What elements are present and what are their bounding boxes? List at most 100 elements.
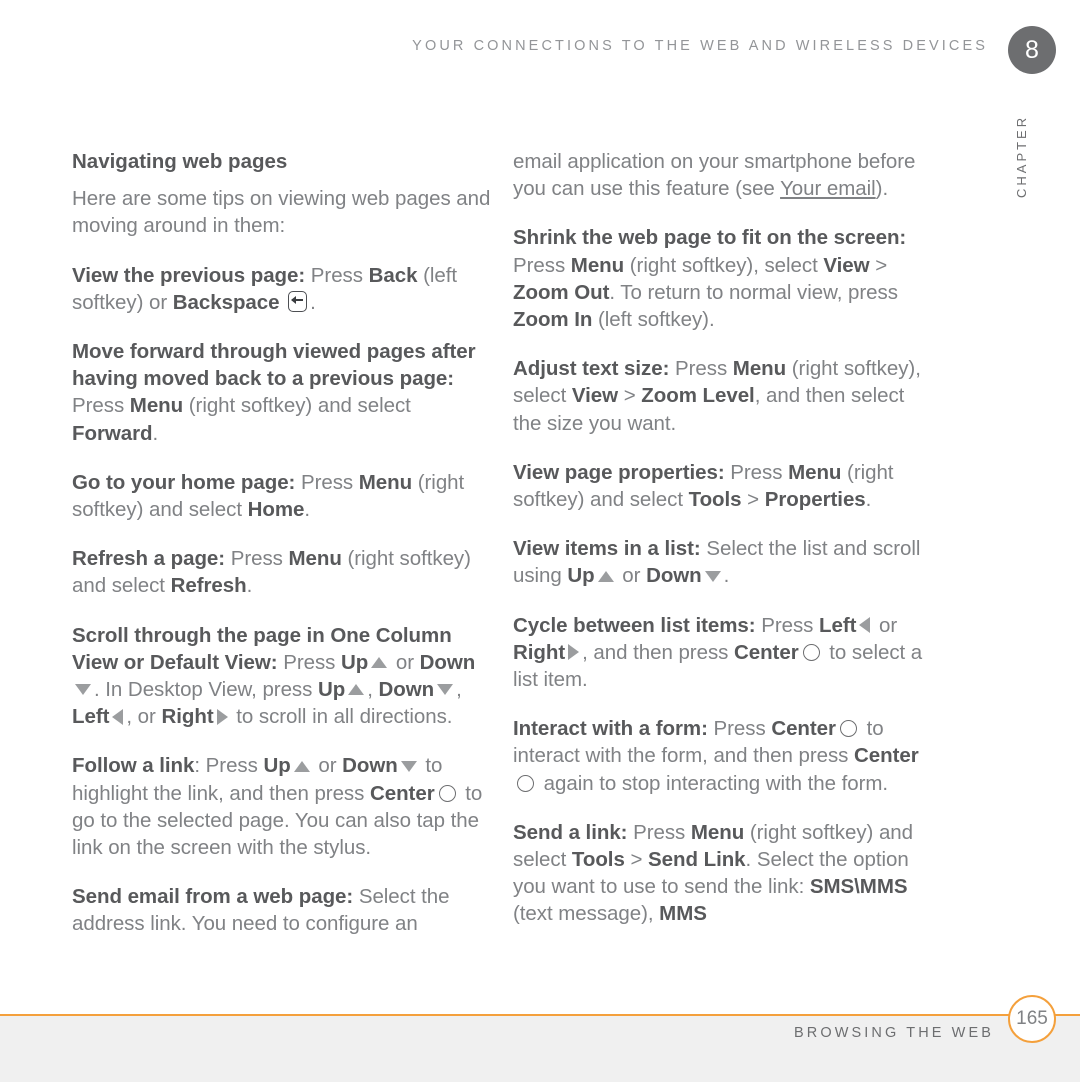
tip-bold-menu: Menu xyxy=(288,547,342,571)
tip-term: Refresh a page: xyxy=(72,547,226,571)
tip-bold-view: View xyxy=(571,384,619,408)
running-head-title: Your connections to the web and wireless… xyxy=(412,38,988,54)
tip-term: Shrink the web page to fit on the screen… xyxy=(513,226,907,250)
center-button-icon xyxy=(839,720,857,738)
footer-running-title: Browsing the web xyxy=(794,1025,994,1041)
continuation-paragraph: email application on your smartphone bef… xyxy=(513,148,933,202)
tip-adjust-text-size: Adjust text size: Press Menu (right soft… xyxy=(513,355,933,437)
tip-text: > xyxy=(618,384,642,408)
tip-text: Press xyxy=(707,717,772,741)
tip-text: again to stop interacting with the form. xyxy=(538,771,889,795)
right-column: email application on your smartphone bef… xyxy=(513,148,933,928)
right-arrow-icon xyxy=(216,708,228,725)
tip-text: Press xyxy=(724,460,789,484)
tip-term: Cycle between list items: xyxy=(513,613,756,637)
tip-bold-sms-mms: SMS\MMS xyxy=(809,875,908,899)
intro-paragraph: Here are some tips on viewing web pages … xyxy=(72,187,491,238)
tip-text: . In Desktop View, press xyxy=(94,678,318,702)
tip-text: . xyxy=(246,574,253,598)
tip-text: Press xyxy=(305,263,369,287)
tip-text: > xyxy=(741,488,765,512)
tip-text: (right softkey), select xyxy=(624,253,824,277)
page-header: Your connections to the web and wireless… xyxy=(0,0,1080,198)
tip-bold-view: View xyxy=(823,253,870,277)
tip-view-items-in-list: View items in a list: Select the list an… xyxy=(513,535,933,589)
tip-text: Press xyxy=(513,253,571,277)
tip-text: , or xyxy=(126,705,162,729)
tip-bold-refresh: Refresh xyxy=(170,574,247,598)
tip-bold-center: Center xyxy=(771,717,836,741)
tip-text: (text message), xyxy=(513,902,660,926)
tip-text: Press xyxy=(225,547,289,571)
tip-text: Press xyxy=(277,650,341,674)
page-number-badge: 165 xyxy=(1008,995,1056,1043)
tip-text: . xyxy=(723,564,730,588)
tip-bold-center: Center xyxy=(369,781,435,805)
tip-cycle-between-list-items: Cycle between list items: Press Left or … xyxy=(513,612,933,694)
tip-term: View the previous page: xyxy=(72,263,306,287)
center-button-icon xyxy=(438,784,456,802)
tip-bold-mms: MMS xyxy=(659,902,707,926)
tip-go-home-page: Go to your home page: Press Menu (right … xyxy=(72,469,492,523)
page-footer: Browsing the web 165 xyxy=(0,995,1080,1082)
tip-bold-menu: Menu xyxy=(129,394,184,418)
tip-shrink-web-page: Shrink the web page to fit on the screen… xyxy=(513,224,933,333)
tip-bold-down: Down xyxy=(342,754,398,778)
backspace-key-icon xyxy=(288,290,308,312)
tip-bold-forward: Forward xyxy=(72,421,153,445)
tip-term: Interact with a form: xyxy=(513,717,708,741)
tip-bold-tools: Tools xyxy=(688,488,742,512)
tip-bold-menu: Menu xyxy=(732,357,787,381)
tip-text: , and then press xyxy=(582,640,734,664)
tip-send-a-link: Send a link: Press Menu (right softkey) … xyxy=(513,819,933,928)
tip-text: (left softkey). xyxy=(592,308,715,332)
tip-text: or xyxy=(312,754,343,778)
tip-bold-up: Up xyxy=(567,564,595,588)
tip-term: Send email from a web page: xyxy=(72,885,354,909)
tip-bold-menu: Menu xyxy=(690,820,745,844)
tip-view-previous-page: View the previous page: Press Back (left… xyxy=(72,262,492,316)
tip-term: Follow a link xyxy=(72,754,195,778)
continuation-text: ). xyxy=(875,177,889,201)
tip-bold-zoom-out: Zoom Out xyxy=(513,280,610,304)
tip-text: Press xyxy=(295,470,359,494)
tip-text: or xyxy=(390,650,420,674)
tip-text: Press xyxy=(627,820,691,844)
tip-bold-down: Down xyxy=(419,650,476,674)
tip-bold-up: Up xyxy=(263,754,291,778)
tip-bold-backspace: Backspace xyxy=(172,290,280,314)
tip-bold-home: Home xyxy=(247,498,305,522)
tip-interact-with-form: Interact with a form: Press Center to in… xyxy=(513,715,933,797)
down-arrow-icon xyxy=(75,684,91,696)
tip-text: to scroll in all directions. xyxy=(230,705,453,729)
tip-bold-left: Left xyxy=(72,705,110,729)
tip-bold-properties: Properties xyxy=(764,488,866,512)
tip-text: . To return to normal view, press xyxy=(609,280,898,304)
tip-bold-center: Center xyxy=(854,744,919,768)
tip-bold-left: Left xyxy=(819,613,857,637)
center-button-icon xyxy=(802,643,820,661)
tip-follow-a-link: Follow a link: Press Up or Down to highl… xyxy=(72,752,492,861)
tip-move-forward: Move forward through viewed pages after … xyxy=(72,338,492,447)
left-arrow-icon xyxy=(112,708,124,725)
tip-bold-send-link: Send Link xyxy=(648,848,746,872)
tip-term: Go to your home page: xyxy=(72,470,296,494)
chapter-number-badge: 8 xyxy=(1008,26,1056,74)
tip-text: > xyxy=(869,253,888,277)
right-arrow-icon xyxy=(568,644,580,661)
tip-term: Adjust text size: xyxy=(513,357,670,381)
up-arrow-icon xyxy=(597,570,614,582)
tip-text: , xyxy=(367,678,379,702)
cross-reference-link-your-email[interactable]: Your email xyxy=(780,177,876,200)
tip-text: . xyxy=(310,290,316,314)
down-arrow-icon xyxy=(437,684,454,696)
tip-text: . xyxy=(152,421,159,445)
tip-send-email-from-web-page: Send email from a web page: Select the a… xyxy=(72,883,492,937)
tip-text: Press xyxy=(669,357,733,381)
tip-text: Press xyxy=(200,754,264,778)
down-arrow-icon xyxy=(400,760,417,772)
tip-bold-up: Up xyxy=(341,650,369,674)
up-arrow-icon xyxy=(348,684,365,696)
tip-text: (right softkey) and select xyxy=(183,394,411,418)
tip-bold-tools: Tools xyxy=(571,848,625,872)
